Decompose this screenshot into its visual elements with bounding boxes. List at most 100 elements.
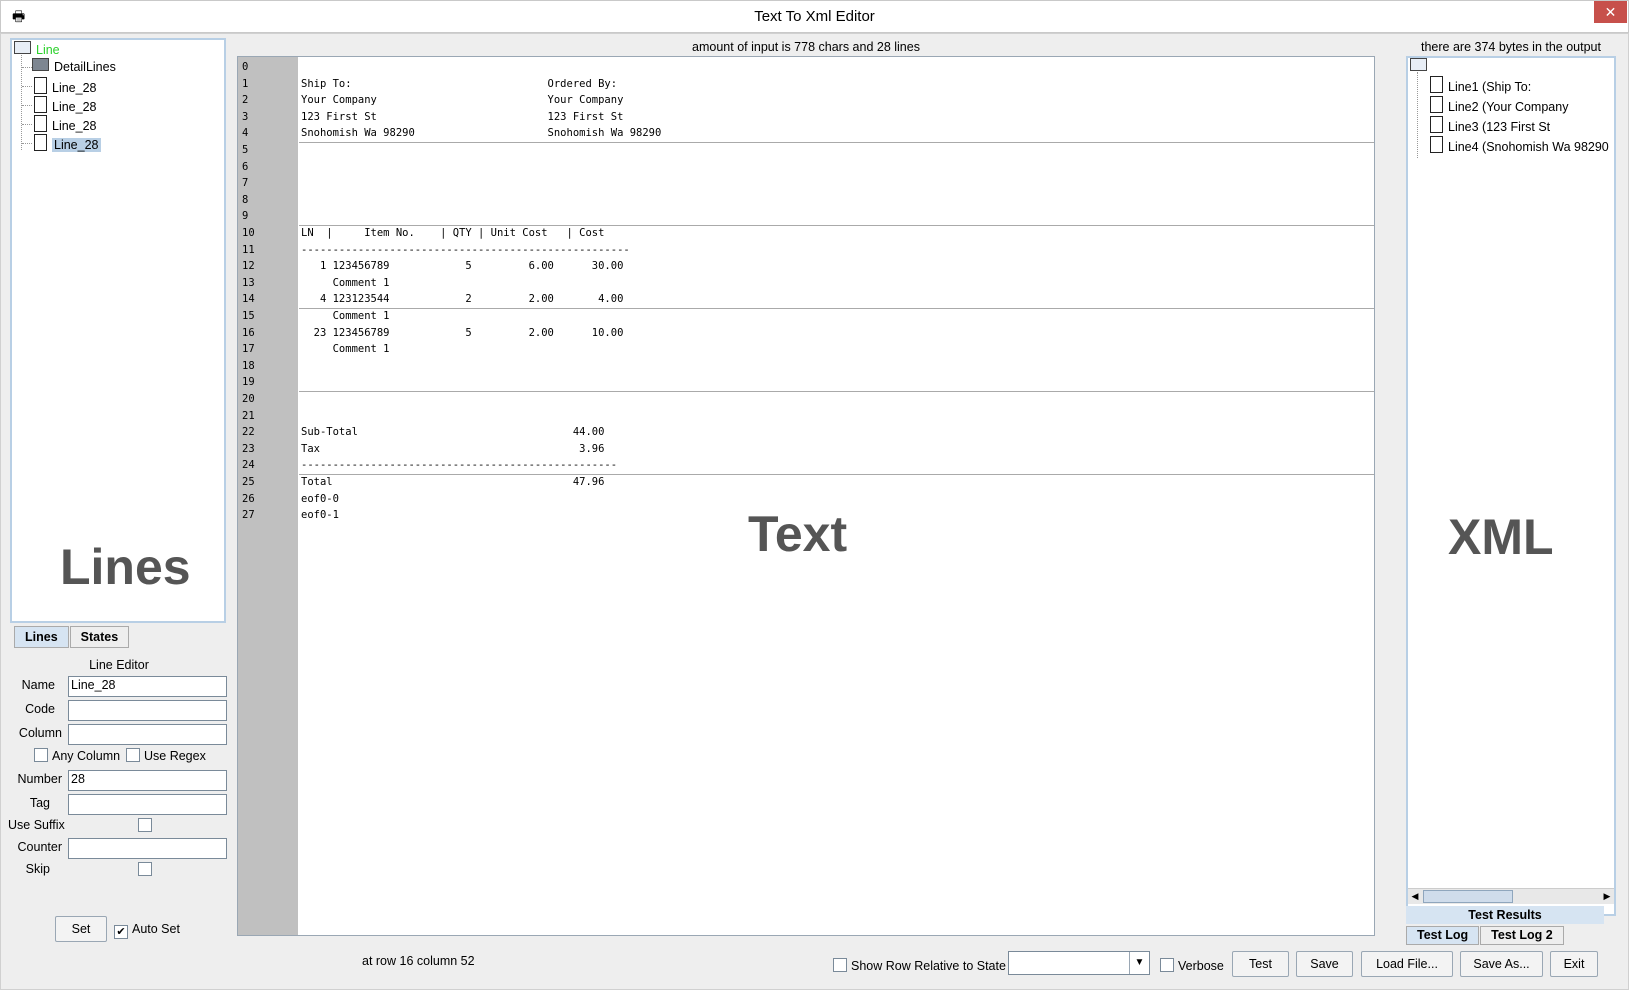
lines-watermark: Lines [60, 539, 191, 595]
xml-item[interactable]: Line4 (Snohomish Wa 98290 [1430, 136, 1609, 154]
line-number: 19 [242, 376, 255, 389]
auto-set-checkbox[interactable]: ✔ Auto Set [114, 922, 180, 939]
test-button[interactable]: Test [1232, 951, 1289, 977]
text-line[interactable]: Snohomish Wa 98290 Snohomish Wa 98290 [301, 125, 661, 141]
tab-states[interactable]: States [69, 626, 130, 648]
text-line[interactable]: Tax 3.96 [301, 441, 604, 457]
text-input-summary: amount of input is 778 chars and 28 line… [692, 40, 920, 54]
section-divider [299, 308, 1374, 309]
tab-test-log[interactable]: Test Log [1406, 926, 1480, 945]
text-line[interactable]: 123 First St 123 First St [301, 109, 623, 125]
chevron-down-icon[interactable]: ▼ [1129, 952, 1149, 974]
text-line[interactable]: 4 123123544 2 2.00 4.00 [301, 291, 623, 307]
code-field[interactable] [68, 700, 227, 721]
tree-item-line[interactable]: Line_28 [34, 115, 97, 133]
text-line[interactable]: ----------------------------------------… [301, 242, 630, 258]
tree-guide [22, 67, 32, 68]
lines-tree[interactable]: Line DetailLines Line_28 Line_28 Line_28… [10, 38, 226, 623]
tree-item-detaillines[interactable]: DetailLines [32, 58, 116, 76]
line-number: 2 [242, 94, 249, 107]
text-line[interactable]: Comment 1 [301, 308, 390, 324]
text-line[interactable]: Sub-Total 44.00 [301, 424, 604, 440]
skip-label: Skip [25, 862, 50, 876]
xml-tree[interactable]: Line1 (Ship To: Line2 (Your Company Line… [1406, 56, 1616, 916]
document-icon [34, 96, 47, 113]
xml-item[interactable]: Line3 (123 First St [1430, 116, 1550, 134]
xml-root[interactable] [1410, 58, 1432, 76]
use-regex-checkbox[interactable]: Use Regex [126, 748, 206, 763]
any-column-label: Any Column [52, 749, 121, 763]
document-icon [34, 115, 47, 132]
state-select[interactable]: ▼ [1008, 951, 1150, 975]
number-label: Number [17, 772, 62, 786]
checkbox-icon [138, 862, 152, 876]
line-number: 18 [242, 359, 255, 372]
tree-item-line-selected[interactable]: Line_28 [34, 134, 101, 152]
text-line[interactable]: Ship To: Ordered By: [301, 76, 617, 92]
line-number: 3 [242, 110, 249, 123]
document-icon [1430, 116, 1443, 133]
text-line[interactable]: 1 123456789 5 6.00 30.00 [301, 258, 623, 274]
line-number: 9 [242, 210, 249, 223]
counter-label: Counter [17, 840, 62, 854]
left-tabs: Lines States [14, 626, 130, 648]
line-number: 25 [242, 476, 255, 488]
tab-test-log-2[interactable]: Test Log 2 [1480, 926, 1564, 945]
text-editor[interactable]: 0 1 Ship To: Ordered By: 2 Your Company Your… [237, 56, 1375, 936]
show-row-relative-checkbox[interactable]: Show Row Relative to State [833, 958, 1006, 973]
skip-checkbox[interactable] [138, 862, 156, 877]
line-number: 26 [242, 492, 255, 505]
tag-field[interactable] [68, 794, 227, 815]
tree-guide [1417, 72, 1418, 158]
xml-item-label: Line3 (123 First St [1448, 120, 1551, 134]
set-button[interactable]: Set [55, 916, 107, 942]
use-suffix-checkbox[interactable] [138, 818, 156, 833]
xml-item[interactable]: Line1 (Ship To: [1430, 76, 1531, 94]
text-line[interactable]: eof0-1 [301, 507, 339, 523]
text-line[interactable]: Comment 1 [301, 341, 390, 357]
counter-field[interactable] [68, 838, 227, 859]
line-number: 0 [242, 61, 249, 73]
tree-guide [21, 55, 22, 150]
horizontal-scrollbar[interactable]: ◀ ▶ [1408, 888, 1614, 904]
exit-button[interactable]: Exit [1550, 951, 1598, 977]
section-divider [299, 474, 1374, 475]
tab-test-results[interactable]: Test Results [1406, 906, 1604, 924]
document-icon [1430, 136, 1443, 153]
text-line[interactable]: Your Company Your Company [301, 92, 623, 108]
column-field[interactable] [68, 724, 227, 745]
tree-root[interactable]: Line [14, 41, 60, 59]
right-tabs: Test Log Test Log 2 [1406, 926, 1565, 946]
checkbox-icon [833, 958, 847, 972]
tree-item-line[interactable]: Line_28 [34, 96, 97, 114]
xml-item[interactable]: Line2 (Your Company [1430, 96, 1568, 114]
text-line[interactable]: LN | Item No. | QTY | Unit Cost | Cost [301, 225, 604, 241]
any-column-checkbox[interactable]: Any Column [34, 748, 120, 763]
close-button[interactable]: ✕ [1594, 1, 1627, 23]
tab-lines[interactable]: Lines [14, 626, 69, 648]
xml-item-label: Line4 (Snohomish Wa 98290 [1448, 140, 1609, 154]
verbose-checkbox[interactable]: Verbose [1160, 958, 1224, 973]
tree-guide [22, 124, 32, 125]
scroll-left-icon[interactable]: ◀ [1408, 889, 1422, 904]
text-line[interactable]: eof0-0 [301, 491, 339, 507]
line-number: 24 [242, 459, 255, 472]
line-number: 21 [242, 409, 255, 422]
scroll-right-icon[interactable]: ▶ [1600, 889, 1614, 904]
name-field[interactable]: Line_28 [68, 676, 227, 697]
save-button[interactable]: Save [1296, 951, 1353, 977]
scrollbar-thumb[interactable] [1423, 890, 1513, 903]
tree-item-line[interactable]: Line_28 [34, 77, 97, 95]
text-line[interactable]: 23 123456789 5 2.00 10.00 [301, 325, 624, 341]
line-number: 12 [242, 260, 255, 273]
text-line[interactable]: ----------------------------------------… [301, 457, 617, 473]
save-as-button[interactable]: Save As... [1460, 951, 1543, 977]
tree-guide [22, 105, 32, 106]
section-divider [299, 391, 1374, 392]
text-line[interactable]: Total 47.96 [301, 474, 604, 490]
load-file-button[interactable]: Load File... [1361, 951, 1453, 977]
text-line[interactable]: Comment 1 [301, 275, 390, 291]
tree-item-label: Line_28 [52, 119, 97, 133]
xml-item-label: Line1 (Ship To: [1448, 80, 1532, 94]
number-field[interactable]: 28 [68, 770, 227, 791]
